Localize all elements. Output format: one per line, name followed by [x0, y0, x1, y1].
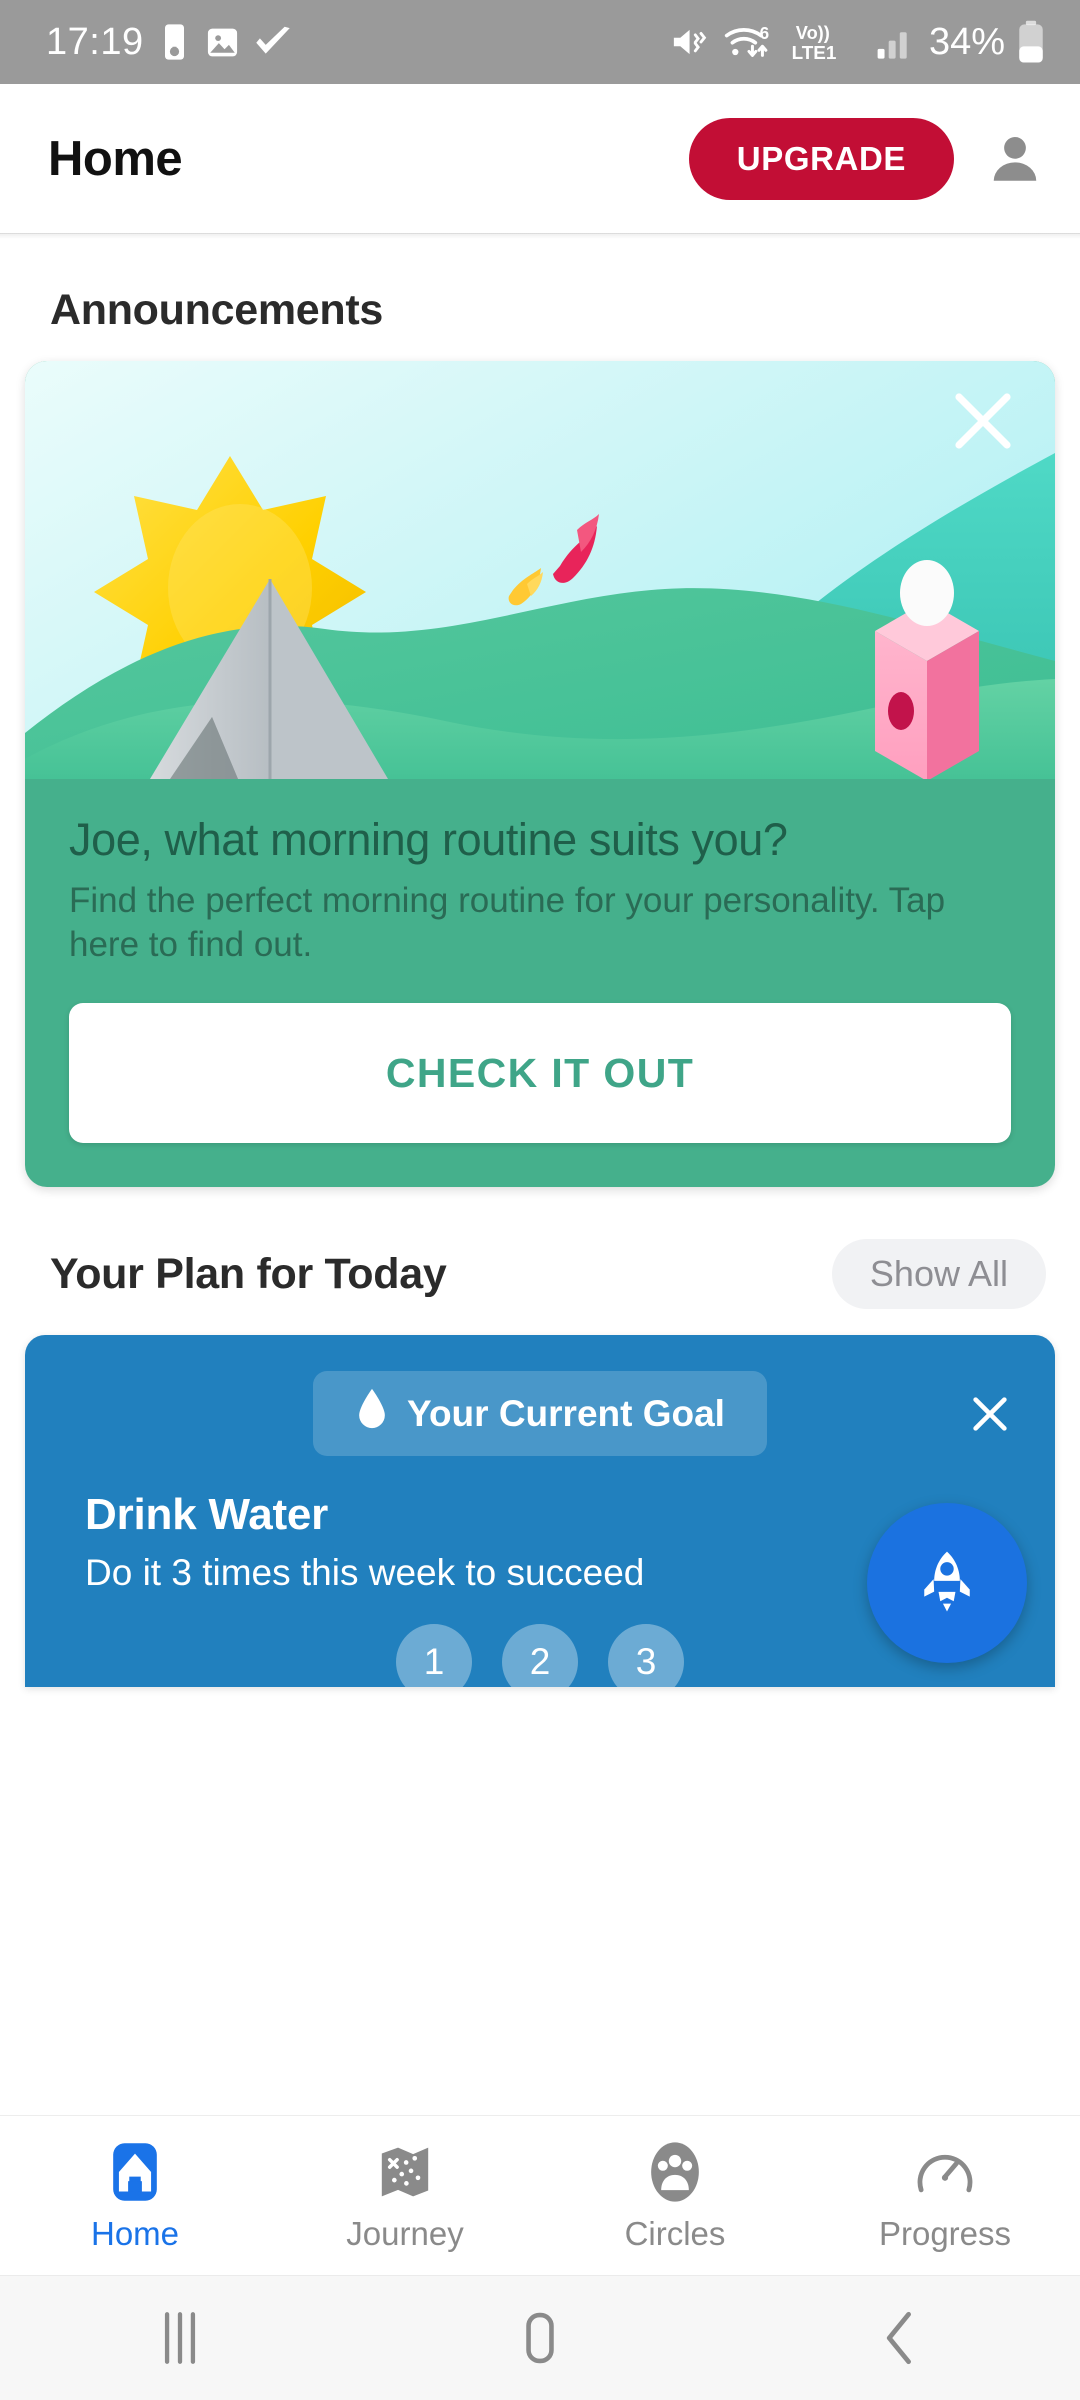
status-bar-left: 17:19: [46, 21, 292, 64]
image-icon: [205, 25, 240, 60]
wifi-icon: 6: [722, 22, 780, 62]
mute-icon: [671, 24, 711, 60]
svg-text:6: 6: [760, 23, 770, 43]
bottom-navigation: Home Journey Circles Progress: [0, 2115, 1080, 2275]
svg-text:Vo)): Vo)): [796, 23, 830, 43]
people-group-icon: [646, 2139, 704, 2205]
nav-label-progress: Progress: [878, 2214, 1012, 2252]
rocket-fab-button[interactable]: [867, 1503, 1027, 1664]
announcements-heading: Announcements: [50, 286, 383, 334]
svg-text:LTE1: LTE1: [792, 43, 837, 63]
check-it-out-button[interactable]: CHECK IT OUT: [69, 1003, 1011, 1144]
nav-label-journey: Journey: [346, 2214, 464, 2252]
goal-card[interactable]: Your Current Goal Drink Water Do it 3 ti…: [25, 1335, 1055, 1688]
water-drop-icon: [355, 1387, 389, 1440]
announcement-illustration: [25, 361, 1055, 779]
system-navigation-bar: [0, 2275, 1080, 2400]
show-all-button[interactable]: Show All: [831, 1239, 1046, 1310]
person-icon[interactable]: [984, 128, 1046, 190]
volte-icon: Vo)) LTE1: [791, 21, 865, 63]
status-bar-right: 6 Vo)) LTE1 34%: [671, 20, 1046, 64]
nav-label-circles: Circles: [624, 2214, 726, 2252]
plan-heading: Your Plan for Today: [50, 1249, 447, 1298]
status-time: 17:19: [46, 20, 144, 63]
app-header: Home UPGRADE: [0, 84, 1080, 239]
nav-item-circles[interactable]: Circles: [540, 2139, 810, 2253]
goal-step[interactable]: 3: [608, 1624, 684, 1688]
announcement-subtitle: Find the perfect morning routine for you…: [69, 880, 946, 964]
current-goal-badge-label: Your Current Goal: [407, 1392, 725, 1434]
close-icon[interactable]: [947, 385, 1019, 457]
recents-icon[interactable]: [0, 2310, 360, 2366]
battery-percent: 34%: [928, 20, 1005, 63]
nav-item-progress[interactable]: Progress: [810, 2139, 1080, 2253]
announcement-title: Joe, what morning routine suits you?: [69, 814, 788, 865]
goal-card-top: Your Current Goal: [25, 1371, 1055, 1457]
music-note-icon: [158, 23, 191, 61]
nav-item-home[interactable]: Home: [0, 2139, 270, 2253]
map-icon: [377, 2139, 433, 2205]
goal-step[interactable]: 1: [396, 1624, 472, 1688]
upgrade-button[interactable]: UPGRADE: [688, 117, 954, 200]
plan-section-header: Your Plan for Today Show All: [0, 1187, 1080, 1335]
header-actions: UPGRADE: [688, 117, 1046, 200]
battery-icon: [1016, 20, 1046, 64]
signal-bars-icon: [876, 24, 918, 60]
nav-item-journey[interactable]: Journey: [270, 2139, 540, 2253]
speedometer-icon: [914, 2139, 976, 2205]
status-bar: 17:19 6 Vo)) LTE1 34%: [0, 0, 1080, 84]
announcement-body: Joe, what morning routine suits you? Fin…: [25, 779, 1055, 1187]
home-square-icon[interactable]: [360, 2310, 720, 2366]
goal-step[interactable]: 2: [502, 1624, 578, 1688]
checkmark-icon: [254, 26, 292, 58]
close-icon[interactable]: [957, 1381, 1023, 1447]
current-goal-badge: Your Current Goal: [313, 1371, 767, 1457]
page-title: Home: [48, 131, 183, 186]
home-icon: [107, 2139, 163, 2205]
rocket-icon: [912, 1547, 982, 1620]
main-content: Announcements Joe, what morning routine …: [0, 234, 1080, 1688]
nav-label-home: Home: [90, 2214, 180, 2252]
back-chevron-icon[interactable]: [720, 2310, 1080, 2366]
announcement-card[interactable]: Joe, what morning routine suits you? Fin…: [25, 361, 1055, 1188]
